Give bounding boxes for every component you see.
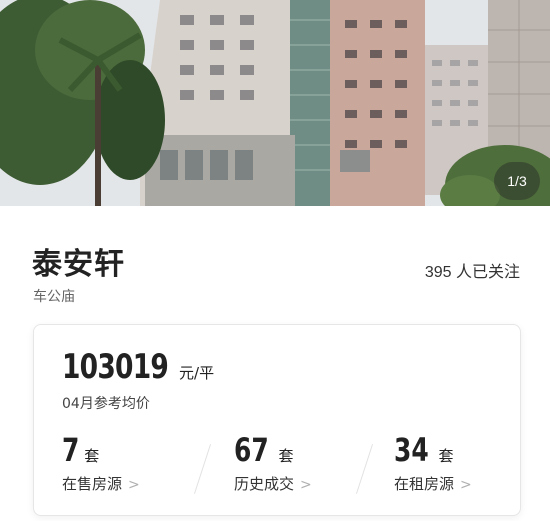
stat-divider xyxy=(193,444,212,494)
chevron-right-icon: > xyxy=(128,477,140,493)
stat-for-sale-unit: 套 xyxy=(84,447,100,465)
stat-for-sale-label: 在售房源 xyxy=(62,475,123,493)
stat-for-rent[interactable]: 34 套 在租房源 > xyxy=(394,431,472,494)
stat-sold-history-value: 67 xyxy=(234,431,269,469)
stat-divider xyxy=(355,444,374,494)
stat-sold-history[interactable]: 67 套 历史成交 > xyxy=(234,431,312,494)
chevron-right-icon: > xyxy=(460,477,472,493)
building-photo-illustration xyxy=(0,0,550,206)
community-name: 泰安轩 xyxy=(32,247,125,282)
stat-sold-history-link[interactable]: 历史成交 > xyxy=(234,473,312,494)
stat-for-rent-value: 34 xyxy=(394,431,429,469)
stat-sold-history-label: 历史成交 xyxy=(234,475,295,493)
photo-counter: 1/3 xyxy=(494,162,540,200)
district-label: 车公庙 xyxy=(33,289,75,305)
follower-count[interactable]: 395 人已关注 xyxy=(425,258,520,282)
average-price-value: 103019 xyxy=(62,347,169,387)
stat-for-sale-link[interactable]: 在售房源 > xyxy=(62,473,140,494)
stat-for-rent-label: 在租房源 xyxy=(394,475,455,493)
building-photo[interactable]: 1/3 xyxy=(0,0,550,206)
average-price-unit: 元/平 xyxy=(179,364,215,382)
stat-for-rent-link[interactable]: 在租房源 > xyxy=(394,473,472,494)
average-price-label: 04月参考均价 xyxy=(62,396,150,412)
stat-for-sale-value: 7 xyxy=(62,431,80,469)
stat-sold-history-unit: 套 xyxy=(278,447,294,465)
stat-for-sale[interactable]: 7套 在售房源 > xyxy=(62,431,140,494)
price-stats-card: 103019 元/平 04月参考均价 7套 在售房源 > 67 套 历史成交 > 34… xyxy=(33,324,521,516)
community-info-panel: 泰安轩 395 人已关注 车公庙 103019 元/平 04月参考均价 7套 在… xyxy=(0,206,550,521)
chevron-right-icon: > xyxy=(300,477,312,493)
average-price: 103019 元/平 xyxy=(62,347,214,387)
stat-for-rent-unit: 套 xyxy=(438,447,454,465)
